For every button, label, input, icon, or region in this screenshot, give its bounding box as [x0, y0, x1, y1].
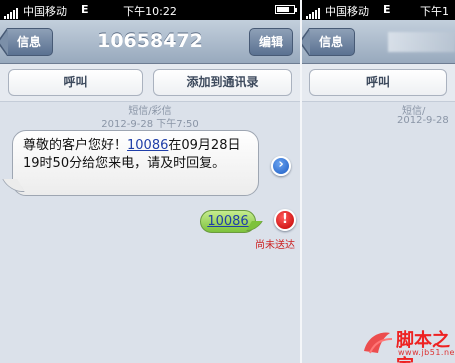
nav-bar-right: 信息 [302, 20, 455, 64]
edit-button[interactable]: 编辑 [249, 28, 293, 56]
call-button-right[interactable]: 呼叫 [309, 69, 447, 96]
incoming-message-bubble[interactable]: 尊敬的客户您好！10086在09月28日19时50分给您来电，请及时回复。 [12, 130, 259, 196]
status-time-right: 下午1 [420, 5, 449, 18]
contact-actions: 呼叫 添加到通讯录 [0, 64, 300, 102]
contact-actions-right: 呼叫 [302, 64, 455, 102]
status-bar-right: 中国移动 E 下午1 [302, 0, 455, 20]
chevron-right-circle-icon[interactable]: › [271, 156, 291, 176]
incoming-message-text-start: 尊敬的客户您好！ [23, 138, 128, 153]
phone-number-link[interactable]: 10086 [127, 138, 168, 153]
network-type: E [81, 3, 89, 16]
add-to-contacts-button[interactable]: 添加到通讯录 [153, 69, 292, 96]
status-time: 下午10:22 [123, 5, 177, 18]
watermark-logo-icon [364, 332, 393, 354]
watermark-url: www.jb51.net [398, 348, 455, 357]
message-timestamp-right: 2012-9-28 [397, 115, 449, 126]
call-button[interactable]: 呼叫 [8, 69, 143, 96]
battery-icon [275, 5, 297, 14]
back-button-right[interactable]: 信息 [302, 28, 355, 56]
nav-bar: 信息 10658472 编辑 [0, 20, 300, 64]
status-bar: 中国移动 E 下午10:22 [0, 0, 300, 20]
carrier-name-right: 中国移动 [325, 5, 369, 18]
conversation-title: 10658472 [97, 30, 203, 52]
signal-strength-icon-right [306, 6, 321, 19]
right-phone-screen: 中国移动 E 下午1 信息 呼叫 短信/ 2012-9-28 [302, 0, 455, 363]
signal-strength-icon [4, 6, 19, 19]
screenshot-composite: 中国移动 E 下午10:22 信息 10658472 编辑 呼叫 添加到通讯录 … [0, 0, 455, 363]
carrier-name: 中国移动 [23, 5, 67, 18]
left-phone-screen: 中国移动 E 下午10:22 信息 10658472 编辑 呼叫 添加到通讯录 … [0, 0, 300, 363]
blurred-title [388, 32, 455, 52]
outgoing-message-bubble[interactable]: 10086 [200, 210, 256, 233]
back-button[interactable]: 信息 [0, 28, 53, 56]
watermark-brand: 脚本之家 [396, 330, 450, 363]
network-type-right: E [383, 3, 391, 16]
message-timestamp: 2012-9-28 下午7:50 [101, 119, 199, 130]
delivery-status: 尚未送达 [255, 240, 295, 251]
outgoing-number-link[interactable]: 10086 [207, 214, 248, 229]
exclamation-circle-icon[interactable]: ! [274, 209, 296, 231]
